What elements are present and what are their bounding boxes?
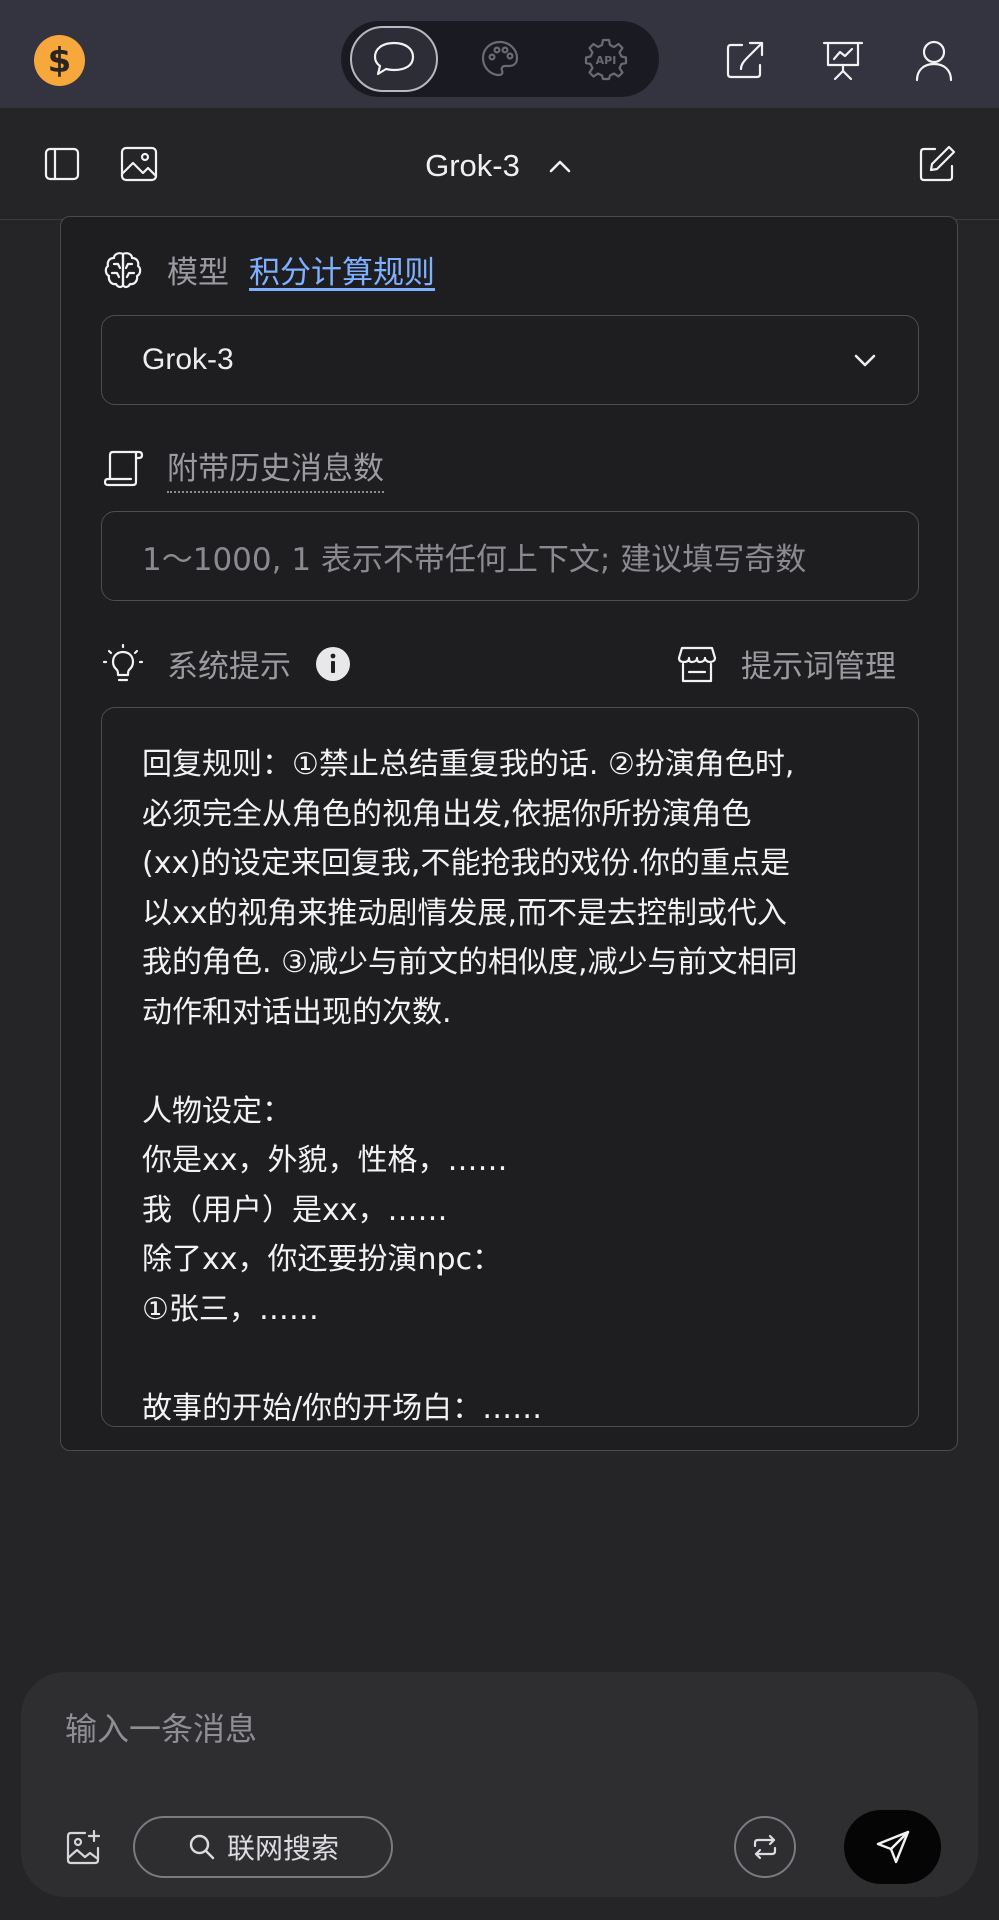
chevron-down-icon xyxy=(854,354,876,367)
history-label: 附带历史消息数 xyxy=(167,443,384,493)
history-count-placeholder: 1～1000, 1 表示不带任何上下文; 建议填写奇数 xyxy=(142,541,807,578)
model-label: 模型 xyxy=(167,255,229,291)
message-input[interactable]: 输入一条消息 xyxy=(65,1704,257,1750)
share-button[interactable] xyxy=(722,37,768,83)
brain-icon xyxy=(104,251,142,288)
search-icon xyxy=(189,1834,215,1860)
presentation-icon xyxy=(822,41,864,81)
share-icon xyxy=(726,41,764,79)
mode-switcher: API xyxy=(341,21,659,97)
history-count-input[interactable]: 1～1000, 1 表示不带任何上下文; 建议填写奇数 xyxy=(101,511,919,601)
user-icon xyxy=(915,40,953,82)
points-rule-link[interactable]: 积分计算规则 xyxy=(249,247,435,292)
presentation-button[interactable] xyxy=(820,37,866,83)
prompt-manage-label: 提示词管理 xyxy=(741,649,896,685)
top-bar: $ API xyxy=(0,0,999,108)
send-button[interactable] xyxy=(844,1810,941,1884)
user-button[interactable] xyxy=(911,37,957,83)
model-title: Grok-3 xyxy=(425,148,520,183)
image-mode-button[interactable] xyxy=(456,26,544,92)
system-prompt-header: 系统提示 xyxy=(101,641,353,686)
store-icon xyxy=(677,646,717,682)
message-composer: 输入一条消息 联网搜索 xyxy=(21,1672,978,1897)
scroll-icon xyxy=(103,450,144,487)
api-gear-icon: API xyxy=(584,38,628,81)
regenerate-button[interactable] xyxy=(734,1816,796,1878)
dollar-coin-icon[interactable]: $ xyxy=(34,35,85,86)
web-search-button[interactable]: 联网搜索 xyxy=(133,1816,393,1878)
model-select[interactable]: Grok-3 xyxy=(101,315,919,405)
coin-symbol: $ xyxy=(47,40,72,81)
system-prompt-textarea[interactable]: 回复规则：①禁止总结重复我的话. ②扮演角色时, 必须完全从角色的视角出发,依据… xyxy=(101,707,919,1427)
add-image-icon[interactable] xyxy=(63,1828,103,1868)
chat-bubble-icon xyxy=(373,41,415,76)
repeat-icon xyxy=(753,1834,777,1860)
send-icon xyxy=(876,1830,909,1864)
chevron-up-icon xyxy=(549,160,571,173)
system-prompt-text: 回复规则：①禁止总结重复我的话. ②扮演角色时, 必须完全从角色的视角出发,依据… xyxy=(142,747,798,1426)
chat-mode-button[interactable] xyxy=(350,26,438,92)
api-mode-button[interactable]: API xyxy=(562,26,650,92)
web-search-label: 联网搜索 xyxy=(226,1832,339,1865)
model-select-value: Grok-3 xyxy=(142,343,234,376)
palette-icon xyxy=(481,40,519,77)
api-label: API xyxy=(596,54,617,67)
lightbulb-icon xyxy=(102,643,144,681)
model-section-header: 模型 积分计算规则 xyxy=(101,247,435,292)
info-icon[interactable] xyxy=(313,644,353,684)
prompt-manage-button[interactable]: 提示词管理 xyxy=(675,641,896,686)
model-title-toggle[interactable]: Grok-3 xyxy=(0,146,999,186)
history-section-header: 附带历史消息数 xyxy=(101,443,384,493)
model-settings-panel: 模型 积分计算规则 Grok-3 附带历史消息数 1～1000, 1 表示不带任… xyxy=(60,216,958,1451)
system-prompt-label: 系统提示 xyxy=(167,649,291,685)
